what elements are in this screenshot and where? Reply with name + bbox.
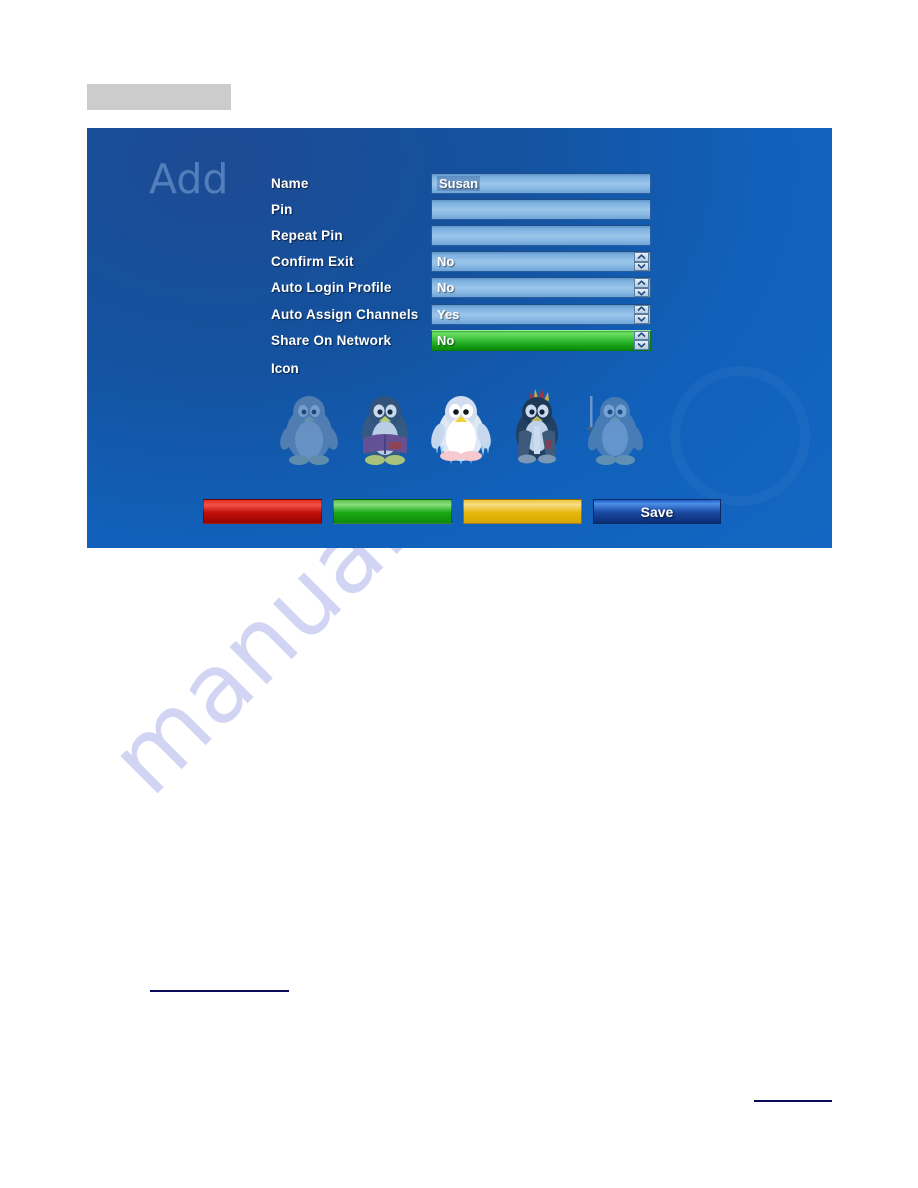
save-button[interactable]: Save [593,499,721,524]
icon-picker [271,386,651,466]
confirm-exit-select[interactable]: No [431,251,651,273]
green-button[interactable] [333,499,452,524]
field-control-repeat-pin [431,224,651,246]
name-input[interactable]: Susan [431,172,651,194]
name-input-value: Susan [437,175,481,191]
chevron-up-icon[interactable] [634,330,649,341]
confirm-exit-value: No [437,254,455,270]
field-control-share-on-network: No [431,329,651,351]
label-confirm-exit: Confirm Exit [271,254,354,270]
form-row-repeat-pin: Repeat Pin [271,222,651,248]
label-pin: Pin [271,201,293,217]
repeat-pin-input[interactable] [431,224,651,246]
pin-input[interactable] [431,198,651,220]
form-row-name: Name Susan [271,170,651,196]
form-row-auto-assign-channels: Auto Assign Channels Yes [271,301,651,327]
penguin-frozen-icon[interactable] [423,386,499,466]
color-button-bar: Save [203,499,831,524]
auto-assign-channels-value: Yes [437,306,460,322]
field-control-auto-assign-channels: Yes [431,303,651,325]
page-title: Add [149,155,229,203]
chevron-down-icon[interactable] [634,340,649,350]
label-auto-login-profile: Auto Login Profile [271,280,392,296]
chevron-down-icon[interactable] [634,261,649,272]
chevron-up-icon[interactable] [634,304,649,315]
field-control-confirm-exit: No [431,251,651,273]
chevron-up-icon[interactable] [634,252,649,262]
field-control-auto-login-profile: No [431,277,651,299]
profile-form: Name Susan Pin Repeat Pin Confirm Exit N… [271,170,651,353]
penguin-plain-icon[interactable] [271,386,347,466]
auto-assign-channels-select[interactable]: Yes [431,303,651,325]
share-on-network-spinner [634,330,649,350]
redacted-heading-block [87,84,231,110]
chevron-down-icon[interactable] [634,314,649,324]
yellow-button[interactable] [463,499,582,524]
page-watermark: manualshive.com [88,126,888,920]
chevron-down-icon[interactable] [634,287,649,298]
field-control-name: Susan [431,172,651,194]
form-row-confirm-exit: Confirm Exit No [271,249,651,275]
label-auto-assign-channels: Auto Assign Channels [271,306,419,322]
chevron-up-icon[interactable] [634,278,649,288]
penguin-punk-icon[interactable] [499,386,575,466]
label-share-on-network: Share On Network [271,332,392,348]
share-on-network-select[interactable]: No [431,329,651,351]
body-rule-right [754,1100,832,1102]
penguin-warrior-icon[interactable] [575,386,651,466]
label-name: Name [271,175,309,191]
form-row-auto-login-profile: Auto Login Profile No [271,275,651,301]
body-rule-left [150,990,289,992]
add-profile-screen: Add Name Susan Pin Repeat Pin Confirm Ex… [87,128,832,548]
form-row-share-on-network: Share On Network No [271,327,651,353]
form-row-pin: Pin [271,196,651,222]
red-button[interactable] [203,499,322,524]
icon-section-label: Icon [271,361,299,376]
label-repeat-pin: Repeat Pin [271,227,343,243]
auto-login-profile-spinner [634,278,649,298]
penguin-reader-icon[interactable] [347,386,423,466]
auto-assign-channels-spinner [634,304,649,324]
field-control-pin [431,198,651,220]
auto-login-profile-select[interactable]: No [431,277,651,299]
auto-login-profile-value: No [437,280,455,296]
share-on-network-value: No [437,332,455,348]
confirm-exit-spinner [634,252,649,272]
